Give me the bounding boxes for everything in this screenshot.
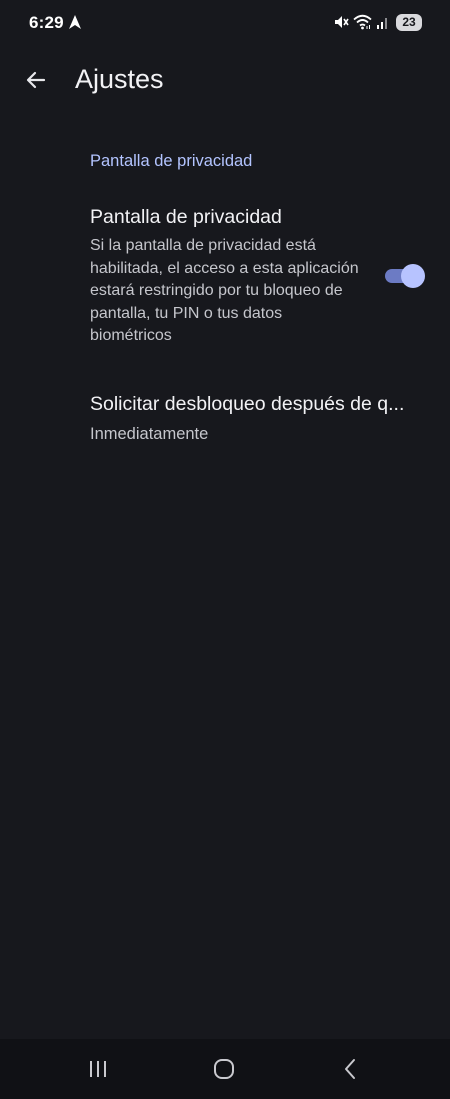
recents-icon — [90, 1061, 106, 1077]
system-navigation-bar — [0, 1039, 450, 1099]
status-bar: 6:29 23 — [0, 0, 450, 44]
mute-icon — [335, 16, 349, 28]
app-bar: Ajustes — [0, 50, 450, 110]
request-unlock-title: Solicitar desbloqueo después de q... — [90, 393, 405, 415]
request-unlock-value: Inmediatamente — [90, 425, 209, 443]
privacy-screen-toggle[interactable] — [385, 264, 425, 288]
back-button[interactable] — [16, 60, 56, 100]
privacy-screen-description: Si la pantalla de privacidad está habili… — [90, 237, 359, 344]
request-unlock-setting[interactable]: Solicitar desbloqueo después de q... Inm… — [0, 386, 450, 456]
home-button[interactable] — [204, 1053, 244, 1085]
wifi-icon — [353, 14, 372, 30]
toggle-thumb — [401, 264, 425, 288]
privacy-screen-title: Pantalla de privacidad — [90, 206, 282, 228]
status-time: 6:29 — [29, 13, 64, 32]
section-header: Pantalla de privacidad — [90, 152, 253, 170]
status-icons: 23 — [333, 12, 422, 32]
privacy-screen-setting[interactable]: Pantalla de privacidad Si la pantalla de… — [0, 196, 450, 362]
home-icon — [214, 1059, 234, 1079]
battery-icon: 23 — [396, 13, 422, 31]
recents-button[interactable] — [78, 1053, 118, 1085]
back-arrow-icon — [26, 71, 46, 89]
signal-icon — [377, 18, 387, 29]
system-back-button[interactable] — [330, 1053, 370, 1085]
page-title: Ajustes — [75, 64, 164, 94]
navigation-arrow-icon — [69, 15, 81, 29]
back-icon — [345, 1059, 355, 1079]
